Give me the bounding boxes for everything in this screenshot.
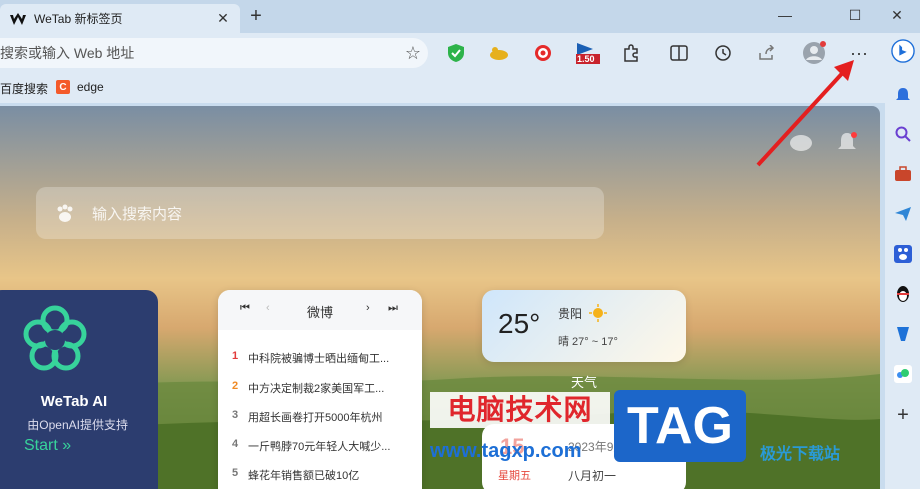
- new-tab-page: 输入搜索内容 WeTab AI 由OpenAI提供支持 Start » ⏮ ‹ …: [0, 106, 880, 489]
- weibo-header: ⏮ ‹ 微博 › ⏭: [218, 290, 422, 330]
- weibo-item[interactable]: 1 中科院被骗博士晒出缅甸工...: [232, 350, 412, 366]
- title-bar: WeTab 新标签页 ✕ + — ☐ ✕: [0, 0, 920, 33]
- profile-avatar-icon[interactable]: [801, 40, 827, 66]
- baidu-paw-icon: [57, 204, 73, 222]
- bookmark-edge[interactable]: C edge: [56, 80, 104, 94]
- bookmark-label: edge: [77, 80, 104, 94]
- new-tab-button[interactable]: +: [244, 6, 268, 28]
- zoom-badge: 1.50: [577, 54, 595, 64]
- weibo-hot-widget: ⏮ ‹ 微博 › ⏭ 1 中科院被骗博士晒出缅甸工... 2 中方决定制裁2家美…: [218, 290, 422, 489]
- video-speed-extension-icon[interactable]: 1.50: [574, 40, 602, 66]
- sun-icon: [589, 304, 608, 322]
- cloud-app-icon[interactable]: [891, 362, 915, 386]
- toolbox-icon[interactable]: [891, 162, 915, 186]
- notification-bell-icon[interactable]: [832, 128, 862, 158]
- skin-theme-icon[interactable]: [786, 128, 816, 158]
- minimize-button[interactable]: —: [762, 0, 808, 30]
- ai-card-subtitle: 由OpenAI提供支持: [27, 418, 128, 432]
- ai-card-title: WeTab AI: [40, 393, 108, 410]
- weibo-item[interactable]: 5 蜂花年销售额已破10亿: [232, 467, 412, 483]
- send-plane-icon[interactable]: [891, 202, 915, 226]
- address-input[interactable]: 搜索或输入 Web 地址: [0, 43, 398, 63]
- wetab-logo-icon: [10, 12, 26, 25]
- add-sidebar-app-icon[interactable]: +: [891, 403, 915, 427]
- history-icon[interactable]: [710, 40, 736, 66]
- ai-flower-icon: [23, 305, 87, 371]
- next-page-button[interactable]: ›: [366, 302, 370, 314]
- weather-city: 贵阳: [558, 304, 608, 322]
- bookmarks-bar: 百度搜索 C edge: [0, 73, 885, 103]
- address-bar[interactable]: 搜索或输入 Web 地址 ☆: [0, 38, 428, 68]
- calendar-weekday: 星期五: [498, 470, 531, 482]
- baidu-paw-icon[interactable]: [891, 242, 915, 266]
- extensions-puzzle-icon[interactable]: [618, 40, 644, 66]
- notification-bell-icon[interactable]: [891, 83, 915, 107]
- search-icon[interactable]: [891, 122, 915, 146]
- shield-extension-icon[interactable]: [443, 40, 469, 66]
- tab-title: WeTab 新标签页: [34, 12, 123, 26]
- weather-range: 晴 27° ~ 17°: [558, 336, 618, 348]
- watermark-text: 电脑技术网: [430, 392, 610, 428]
- weibo-item[interactable]: 3 用超长画卷打开5000年杭州: [232, 409, 412, 425]
- watermark-site: 极光下载站: [760, 446, 841, 463]
- weibo-item[interactable]: 2 中方决定制裁2家美国军工...: [232, 380, 412, 396]
- cat-extension-icon[interactable]: [486, 40, 512, 66]
- search-box[interactable]: 输入搜索内容: [36, 187, 604, 239]
- wetab-ai-card[interactable]: WeTab AI 由OpenAI提供支持 Start »: [0, 290, 158, 489]
- edge-sidebar: +: [885, 33, 920, 489]
- target-extension-icon[interactable]: [530, 40, 556, 66]
- tab-close-button[interactable]: ✕: [212, 8, 234, 30]
- c-logo-icon: C: [56, 80, 70, 94]
- watermark-url: www.tagxp.com: [430, 440, 582, 462]
- maximize-button[interactable]: ☐: [832, 0, 878, 30]
- weather-temperature: 25°: [498, 308, 541, 339]
- ai-start-button[interactable]: Start »: [24, 437, 71, 455]
- qq-penguin-icon[interactable]: [891, 282, 915, 306]
- tencent-app-icon[interactable]: [891, 322, 915, 346]
- window-close-button[interactable]: ✕: [874, 0, 920, 30]
- watermark-tag-logo: TAG: [614, 390, 746, 462]
- calendar-lunar: 八月初一: [568, 469, 617, 483]
- weibo-item[interactable]: 4 一斤鸭脖70元年轻人大喊少...: [232, 438, 412, 454]
- share-icon[interactable]: [754, 40, 780, 66]
- split-screen-icon[interactable]: [666, 40, 692, 66]
- weather-widget[interactable]: 25° 贵阳 晴 27° ~ 17°: [482, 290, 686, 362]
- search-input[interactable]: 输入搜索内容: [92, 203, 182, 224]
- weather-label: 天气: [570, 375, 597, 390]
- favorite-star-icon[interactable]: ☆: [398, 43, 428, 64]
- more-menu-button[interactable]: ···: [846, 40, 872, 66]
- bing-copilot-icon[interactable]: [891, 39, 915, 63]
- bookmark-baidu[interactable]: 百度搜索: [0, 80, 48, 97]
- last-page-button[interactable]: ⏭: [388, 302, 398, 315]
- tab-wetab[interactable]: WeTab 新标签页 ✕: [0, 4, 240, 33]
- bookmark-label: 百度搜索: [0, 82, 49, 96]
